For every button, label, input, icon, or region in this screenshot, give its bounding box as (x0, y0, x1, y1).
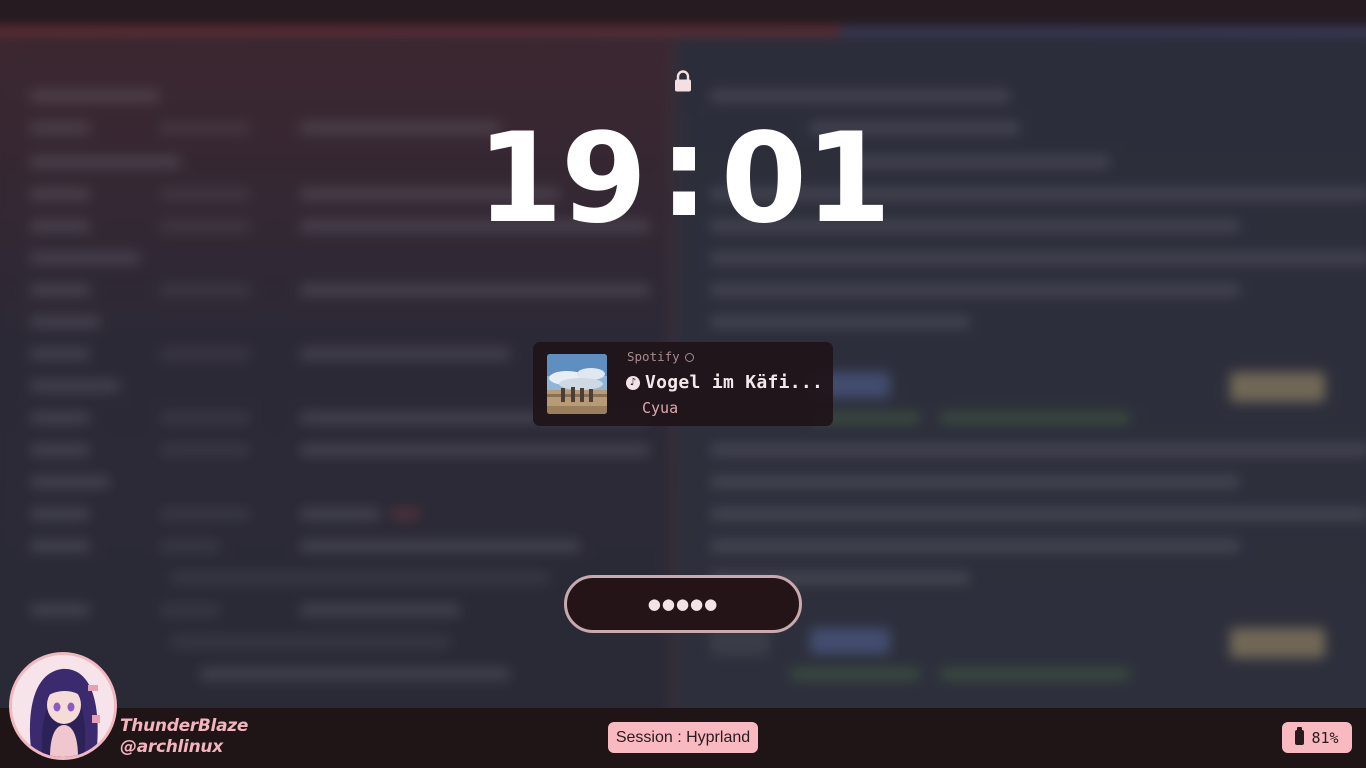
clock-minutes: 01 (720, 107, 892, 251)
music-note-icon: ♪ (626, 375, 640, 390)
spotify-icon (684, 353, 694, 362)
media-player-label: Spotify (627, 349, 680, 364)
media-title-row: ♪ Vogel im Käfi... (626, 372, 823, 393)
battery-icon (1295, 727, 1305, 745)
media-title: Vogel im Käfi... (645, 372, 824, 393)
battery-percent: 81% (1311, 728, 1339, 747)
media-player-name: Spotify (627, 349, 694, 364)
session-badge[interactable]: Session : Hyprland (608, 722, 758, 753)
lock-icon (675, 70, 691, 92)
battery-status: 81% (1282, 722, 1352, 753)
clock-separator: : (659, 101, 709, 245)
username: ThunderBlaze (120, 716, 249, 736)
media-player-card: Spotify ♪ Vogel im Käfi... Cyua (533, 342, 833, 426)
avatar (9, 652, 117, 760)
clock-hours: 19 (476, 107, 648, 251)
album-art (547, 354, 607, 414)
password-input[interactable]: ●●●●● (564, 575, 802, 633)
clock: 19 : 01 (477, 101, 892, 245)
password-masked-value: ●●●●● (647, 595, 719, 613)
media-artist: Cyua (642, 399, 679, 417)
hostname: @archlinux (120, 737, 223, 757)
